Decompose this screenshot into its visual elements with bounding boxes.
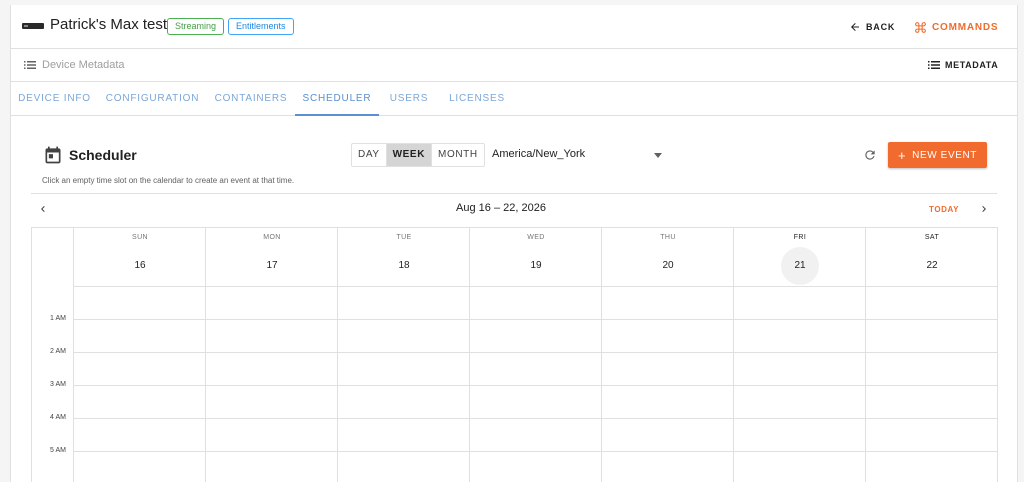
divider: [31, 193, 997, 194]
new-event-label: NEW EVENT: [912, 149, 978, 161]
day-number-current[interactable]: 21: [781, 247, 819, 285]
grid-line: [73, 385, 998, 386]
day-header-wed[interactable]: WED 19: [470, 228, 602, 286]
view-toggle: DAY WEEK MONTH: [351, 143, 485, 167]
page-title: Patrick's Max test: [50, 16, 168, 33]
tab-configuration[interactable]: CONFIGURATION: [98, 82, 207, 116]
grid-line: [73, 319, 998, 320]
hour-label: 1 AM: [50, 315, 66, 322]
list-icon: [928, 61, 940, 69]
day-number[interactable]: 17: [253, 247, 291, 285]
grid-line: [73, 352, 998, 353]
date-range: Aug 16 – 22, 2026: [456, 202, 546, 214]
back-button-label: BACK: [866, 22, 896, 32]
device-logo-icon: [22, 23, 44, 29]
commands-button-label: COMMANDS: [932, 21, 999, 33]
grid-line: [73, 286, 998, 287]
hour-label: 5 AM: [50, 447, 66, 454]
list-icon: [24, 61, 36, 69]
calendar-icon: [45, 146, 61, 164]
hour-label: 2 AM: [50, 348, 66, 355]
day-header-thu[interactable]: THU 20: [602, 228, 734, 286]
new-event-button[interactable]: + NEW EVENT: [888, 142, 987, 168]
tab-licenses[interactable]: LICENSES: [439, 82, 515, 116]
commands-button[interactable]: COMMANDS: [914, 19, 998, 35]
day-number[interactable]: 19: [517, 247, 555, 285]
grid-line: [73, 418, 998, 419]
chevron-left-icon[interactable]: [37, 203, 49, 215]
device-page: Patrick's Max test Streaming Entitlement…: [10, 5, 1018, 482]
refresh-icon[interactable]: [863, 148, 877, 162]
day-of-week: THU: [660, 234, 676, 241]
day-number[interactable]: 20: [649, 247, 687, 285]
metadata-bar: Device Metadata METADATA: [11, 49, 1017, 82]
day-of-week: MON: [263, 234, 281, 241]
tab-users[interactable]: USERS: [379, 82, 439, 116]
hour-label: 4 AM: [50, 414, 66, 421]
day-header-sun[interactable]: SUN 16: [74, 228, 206, 286]
day-of-week: TUE: [396, 234, 412, 241]
day-number[interactable]: 18: [385, 247, 423, 285]
chevron-down-icon: [654, 153, 662, 158]
metadata-button-label: METADATA: [945, 60, 999, 70]
day-of-week: SUN: [132, 234, 148, 241]
scheduler-title: Scheduler: [69, 147, 137, 163]
day-number[interactable]: 22: [913, 247, 951, 285]
device-metadata-toggle[interactable]: Device Metadata: [24, 59, 125, 71]
tab-device-info[interactable]: DEVICE INFO: [11, 82, 98, 116]
page-header: Patrick's Max test Streaming Entitlement…: [11, 5, 1017, 49]
arrow-left-icon: [851, 23, 859, 31]
view-week-button[interactable]: WEEK: [386, 144, 433, 166]
command-key-icon: [915, 21, 926, 33]
metadata-button[interactable]: METADATA: [928, 60, 998, 70]
chevron-right-icon[interactable]: [978, 203, 990, 215]
today-button[interactable]: TODAY: [929, 205, 959, 214]
entitlements-chip[interactable]: Entitlements: [228, 18, 294, 35]
streaming-chip[interactable]: Streaming: [167, 18, 225, 35]
plus-icon: +: [897, 147, 907, 163]
hour-label: 3 AM: [50, 381, 66, 388]
day-number[interactable]: 16: [121, 247, 159, 285]
day-of-week: FRI: [793, 234, 807, 241]
day-header-tue[interactable]: TUE 18: [338, 228, 470, 286]
tab-bar: DEVICE INFO CONFIGURATION CONTAINERS SCH…: [11, 82, 1017, 116]
scheduler-hint: Click an empty time slot on the calendar…: [42, 176, 295, 185]
timezone-select[interactable]: America/New_York: [492, 148, 664, 164]
week-calendar[interactable]: SUN 16 MON 17 TUE 18 WED 19 THU 20 FRI 2…: [31, 227, 998, 482]
tab-scheduler[interactable]: SCHEDULER: [295, 82, 379, 116]
day-of-week: WED: [527, 234, 545, 241]
grid-line: [73, 451, 998, 452]
day-of-week: SAT: [924, 234, 940, 241]
day-header-mon[interactable]: MON 17: [206, 228, 338, 286]
day-header-fri[interactable]: FRI 21: [734, 228, 866, 286]
view-month-button[interactable]: MONTH: [432, 144, 484, 166]
day-header-sat[interactable]: SAT 22: [866, 228, 998, 286]
view-day-button[interactable]: DAY: [352, 144, 387, 166]
tab-containers[interactable]: CONTAINERS: [207, 82, 295, 116]
device-metadata-label: Device Metadata: [42, 59, 125, 71]
back-button[interactable]: BACK: [849, 19, 895, 35]
